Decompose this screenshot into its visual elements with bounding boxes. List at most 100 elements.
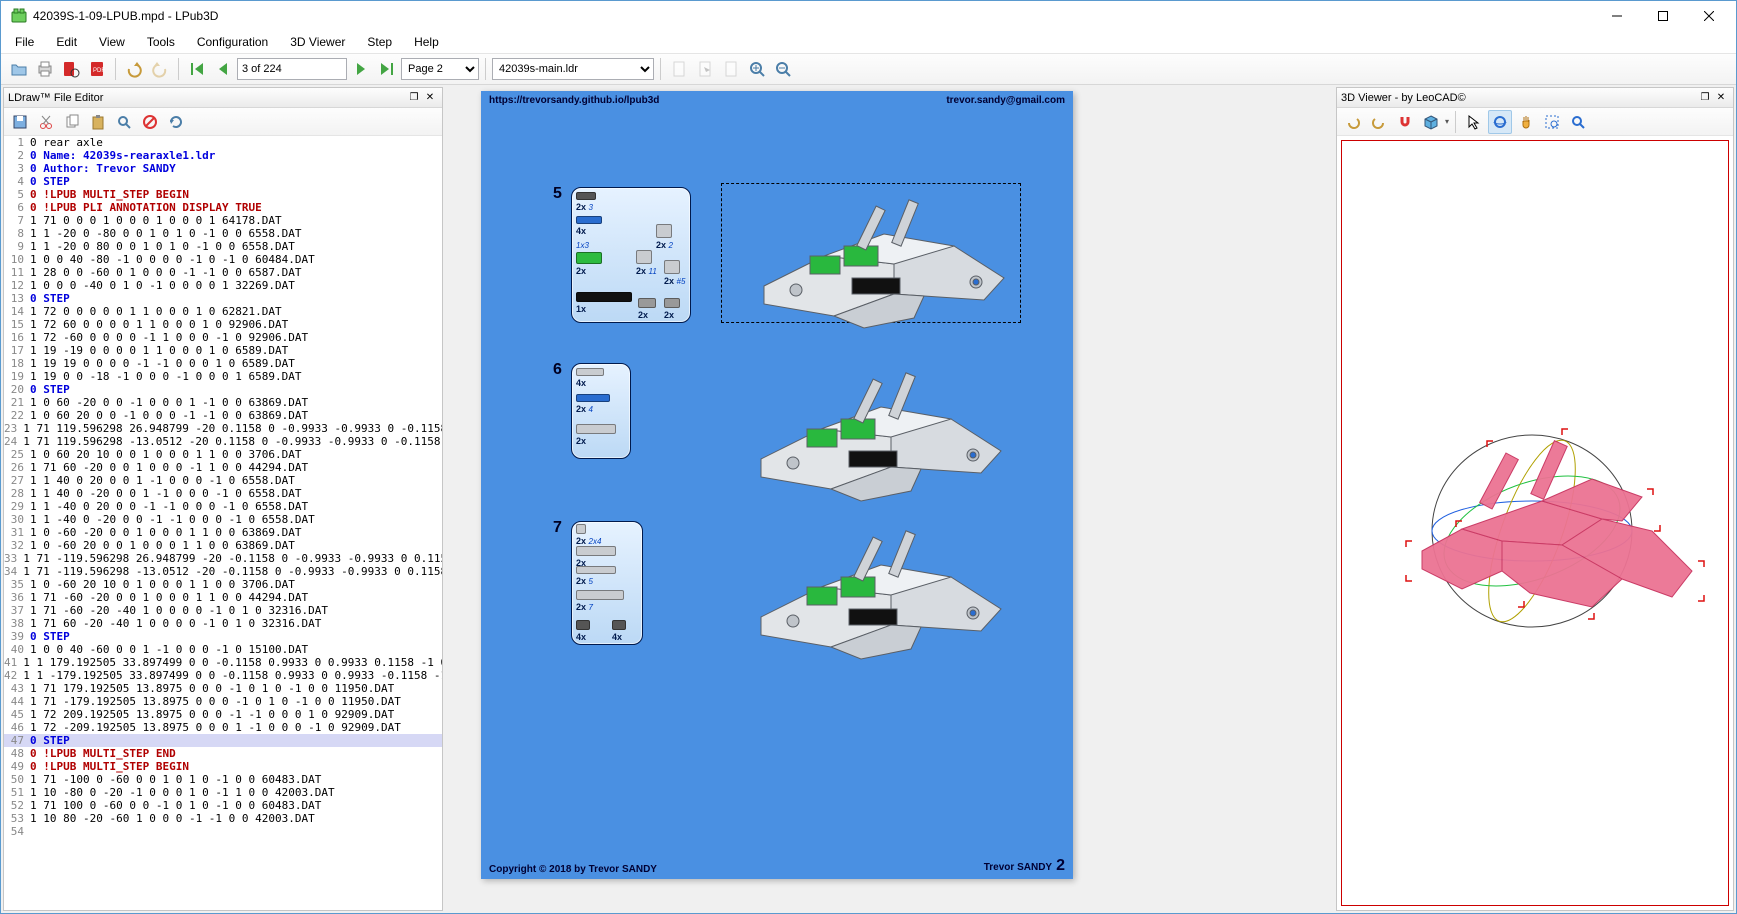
code-line[interactable]: 101 0 0 40 -80 -1 0 0 0 0 -1 0 -1 0 6048… (4, 253, 442, 266)
snap-icon[interactable] (1393, 110, 1417, 134)
code-line[interactable]: 10 rear axle (4, 136, 442, 149)
code-line[interactable]: 54 (4, 825, 442, 838)
folder-open-icon[interactable] (7, 57, 31, 81)
code-line[interactable]: 221 0 60 20 0 0 -1 0 0 0 -1 -1 0 0 63869… (4, 409, 442, 422)
parts-list[interactable]: 4x 2x 42x (571, 363, 631, 459)
code-line[interactable]: 311 0 -60 -20 0 0 1 0 0 0 1 1 0 0 63869.… (4, 526, 442, 539)
page-pointer-icon[interactable] (693, 57, 717, 81)
code-line[interactable]: 191 19 0 0 -18 -1 0 0 0 -1 0 0 0 1 6589.… (4, 370, 442, 383)
subfile-select[interactable]: 42039s-main.ldr (492, 58, 654, 80)
page-select[interactable]: Page 2 (401, 58, 479, 80)
code-line[interactable]: 241 71 119.596298 -13.0512 -20 0.1158 0 … (4, 435, 442, 448)
menu-3d-viewer[interactable]: 3D Viewer (280, 33, 355, 51)
code-line[interactable]: 301 1 -40 0 -20 0 0 -1 -1 0 0 0 -1 0 655… (4, 513, 442, 526)
code-line[interactable]: 381 71 60 -20 -40 1 0 0 0 0 -1 0 1 0 323… (4, 617, 442, 630)
pdf-icon[interactable]: PDF (85, 57, 109, 81)
menu-configuration[interactable]: Configuration (187, 33, 278, 51)
pan-icon[interactable] (1514, 110, 1538, 134)
close-button[interactable] (1686, 1, 1732, 31)
code-line[interactable]: 390 STEP (4, 630, 442, 643)
redo-3d-icon[interactable] (1367, 110, 1391, 134)
prev-page-icon[interactable] (211, 57, 235, 81)
code-line[interactable]: 50 !LPUB MULTI_STEP BEGIN (4, 188, 442, 201)
menu-help[interactable]: Help (404, 33, 449, 51)
zoom-in-icon[interactable] (745, 57, 769, 81)
code-line[interactable]: 531 10 80 -20 -60 1 0 0 0 -1 -1 0 0 4200… (4, 812, 442, 825)
code-line[interactable]: 111 28 0 0 -60 0 1 0 0 0 -1 -1 0 0 6587.… (4, 266, 442, 279)
code-line[interactable]: 91 1 -20 0 80 0 0 1 0 1 0 -1 0 0 6558.DA… (4, 240, 442, 253)
code-line[interactable]: 451 72 209.192505 13.8975 0 0 0 -1 -1 0 … (4, 708, 442, 721)
next-page-icon[interactable] (349, 57, 373, 81)
dock-float-icon[interactable]: ❐ (406, 90, 422, 106)
code-line[interactable]: 511 10 -80 0 -20 -1 0 0 0 1 0 -1 1 0 0 4… (4, 786, 442, 799)
copy-icon[interactable] (60, 110, 84, 134)
redo-icon[interactable] (148, 57, 172, 81)
code-line[interactable]: 401 0 0 40 -60 0 0 1 -1 0 0 0 -1 0 15100… (4, 643, 442, 656)
maximize-button[interactable] (1640, 1, 1686, 31)
menu-tools[interactable]: Tools (137, 33, 185, 51)
code-line[interactable]: 161 72 -60 0 0 0 0 -1 1 0 0 0 -1 0 92906… (4, 331, 442, 344)
code-line[interactable]: 441 71 -179.192505 13.8975 0 0 0 -1 0 1 … (4, 695, 442, 708)
orbit-icon[interactable] (1488, 110, 1512, 134)
save-icon[interactable] (8, 110, 32, 134)
page-delete-icon[interactable] (719, 57, 743, 81)
assembly-image[interactable] (721, 359, 1021, 499)
code-line[interactable]: 361 71 -60 -20 0 0 1 0 0 0 1 1 0 0 44294… (4, 591, 442, 604)
first-page-icon[interactable] (185, 57, 209, 81)
menu-step[interactable]: Step (357, 33, 402, 51)
minimize-button[interactable] (1594, 1, 1640, 31)
code-line[interactable]: 20 Name: 42039s-rearaxle1.ldr (4, 149, 442, 162)
page-blank-icon[interactable] (667, 57, 691, 81)
code-line[interactable]: 261 71 60 -20 0 0 1 0 0 0 -1 1 0 0 44294… (4, 461, 442, 474)
code-line[interactable]: 470 STEP (4, 734, 442, 747)
code-line[interactable]: 81 1 -20 0 -80 0 0 1 0 1 0 -1 0 0 6558.D… (4, 227, 442, 240)
cut-icon[interactable] (34, 110, 58, 134)
code-line[interactable]: 351 0 -60 20 10 0 1 0 0 0 1 1 0 0 3706.D… (4, 578, 442, 591)
code-line[interactable]: 480 !LPUB MULTI_STEP END (4, 747, 442, 760)
code-editor[interactable]: 10 rear axle20 Name: 42039s-rearaxle1.ld… (4, 136, 442, 910)
code-line[interactable]: 151 72 60 0 0 0 0 1 1 0 0 0 1 0 92906.DA… (4, 318, 442, 331)
code-line[interactable]: 211 0 60 -20 0 0 -1 0 0 0 1 -1 0 0 63869… (4, 396, 442, 409)
last-page-icon[interactable] (375, 57, 399, 81)
code-line[interactable]: 331 71 -119.596298 26.948799 -20 -0.1158… (4, 552, 442, 565)
pdf-search-icon[interactable] (59, 57, 83, 81)
assembly-image[interactable] (721, 517, 1021, 657)
code-line[interactable]: 251 0 60 20 10 0 0 1 0 0 0 1 1 0 0 3706.… (4, 448, 442, 461)
dock-float-icon[interactable]: ❐ (1697, 90, 1713, 106)
code-line[interactable]: 141 72 0 0 0 0 0 1 1 0 0 0 1 0 62821.DAT (4, 305, 442, 318)
3d-viewport[interactable] (1341, 140, 1729, 906)
refresh-icon[interactable] (164, 110, 188, 134)
code-line[interactable]: 501 71 -100 0 -60 0 0 1 0 1 0 -1 0 0 604… (4, 773, 442, 786)
undo-3d-icon[interactable] (1341, 110, 1365, 134)
undo-icon[interactable] (122, 57, 146, 81)
menu-file[interactable]: File (5, 33, 44, 51)
code-line[interactable]: 271 1 40 0 20 0 0 1 -1 0 0 0 -1 0 6558.D… (4, 474, 442, 487)
code-line[interactable]: 231 71 119.596298 26.948799 -20 0.1158 0… (4, 422, 442, 435)
code-line[interactable]: 200 STEP (4, 383, 442, 396)
find-icon[interactable] (112, 110, 136, 134)
step-5[interactable]: 52x 34x 2x 21x32x 2x 112x #51x 2x 2x (571, 187, 691, 323)
parts-list[interactable]: 2x 2x42x 2x 52x 74x 4x (571, 521, 643, 645)
step-7[interactable]: 72x 2x42x 2x 52x 74x 4x (571, 521, 643, 645)
step-6[interactable]: 64x 2x 42x (571, 363, 631, 459)
menu-edit[interactable]: Edit (46, 33, 87, 51)
instruction-page[interactable]: https://trevorsandy.github.io/lpub3d tre… (481, 91, 1073, 879)
code-line[interactable]: 341 71 -119.596298 -13.0512 -20 -0.1158 … (4, 565, 442, 578)
code-line[interactable]: 171 19 -19 0 0 0 0 1 1 0 0 0 1 0 6589.DA… (4, 344, 442, 357)
code-line[interactable]: 30 Author: Trevor SANDY (4, 162, 442, 175)
parts-list[interactable]: 2x 34x 2x 21x32x 2x 112x #51x 2x 2x (571, 187, 691, 323)
code-line[interactable]: 521 71 100 0 -60 0 0 -1 0 1 0 -1 0 0 604… (4, 799, 442, 812)
code-line[interactable]: 71 71 0 0 0 1 0 0 0 1 0 0 0 1 64178.DAT (4, 214, 442, 227)
code-line[interactable]: 181 19 19 0 0 0 0 -1 -1 0 0 0 1 0 6589.D… (4, 357, 442, 370)
page-number-field[interactable] (237, 58, 347, 80)
delete-icon[interactable] (138, 110, 162, 134)
code-line[interactable]: 130 STEP (4, 292, 442, 305)
code-line[interactable]: 490 !LPUB MULTI_STEP BEGIN (4, 760, 442, 773)
code-line[interactable]: 60 !LPUB PLI ANNOTATION DISPLAY TRUE (4, 201, 442, 214)
zoom-out-icon[interactable] (771, 57, 795, 81)
dock-close-icon[interactable]: ✕ (422, 90, 438, 106)
code-line[interactable]: 411 1 179.192505 33.897499 0 0 -0.1158 0… (4, 656, 442, 669)
cube-icon[interactable] (1419, 110, 1443, 134)
zoom-region-icon[interactable] (1540, 110, 1564, 134)
code-line[interactable]: 461 72 -209.192505 13.8975 0 0 0 1 -1 0 … (4, 721, 442, 734)
